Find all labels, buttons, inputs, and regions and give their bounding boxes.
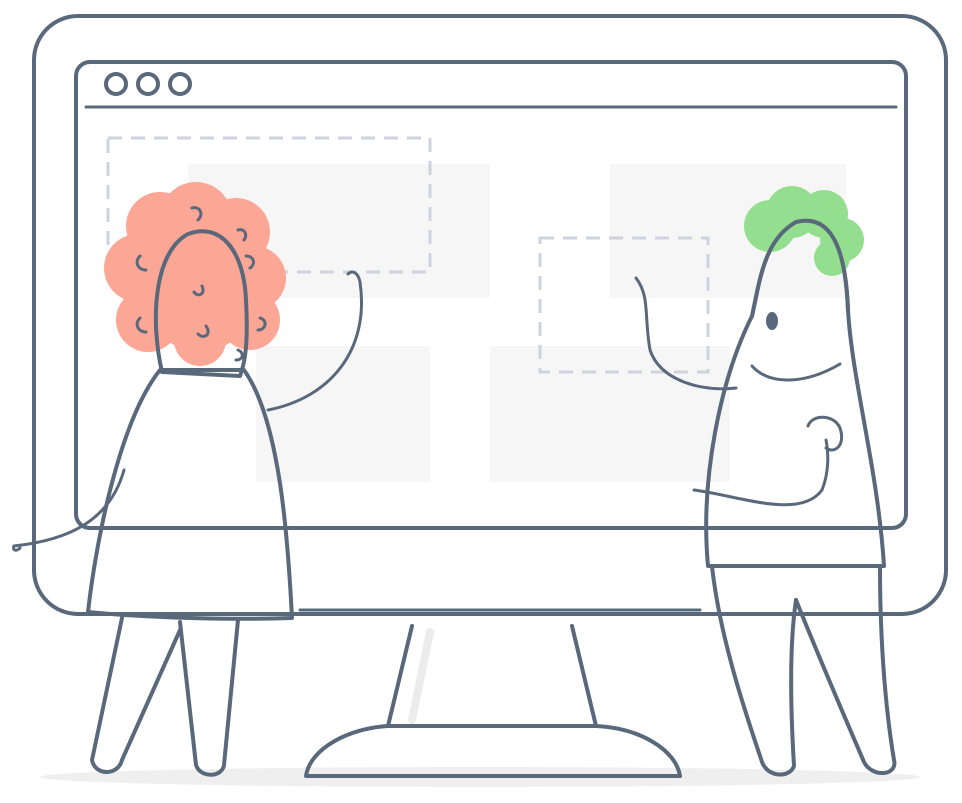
mouth	[750, 362, 842, 382]
circle-icon	[168, 72, 192, 96]
content-block	[490, 346, 730, 482]
eye	[766, 312, 778, 330]
body	[86, 368, 294, 621]
leg	[90, 616, 182, 774]
hand	[806, 415, 843, 452]
leg	[178, 618, 240, 777]
window-titlebar	[84, 72, 898, 109]
hair	[104, 182, 286, 366]
circle-icon	[136, 72, 160, 96]
circle-icon	[104, 72, 128, 96]
illustration-scene	[12, 14, 948, 787]
leg	[710, 564, 798, 777]
monitor	[32, 14, 948, 778]
leg	[794, 566, 897, 775]
